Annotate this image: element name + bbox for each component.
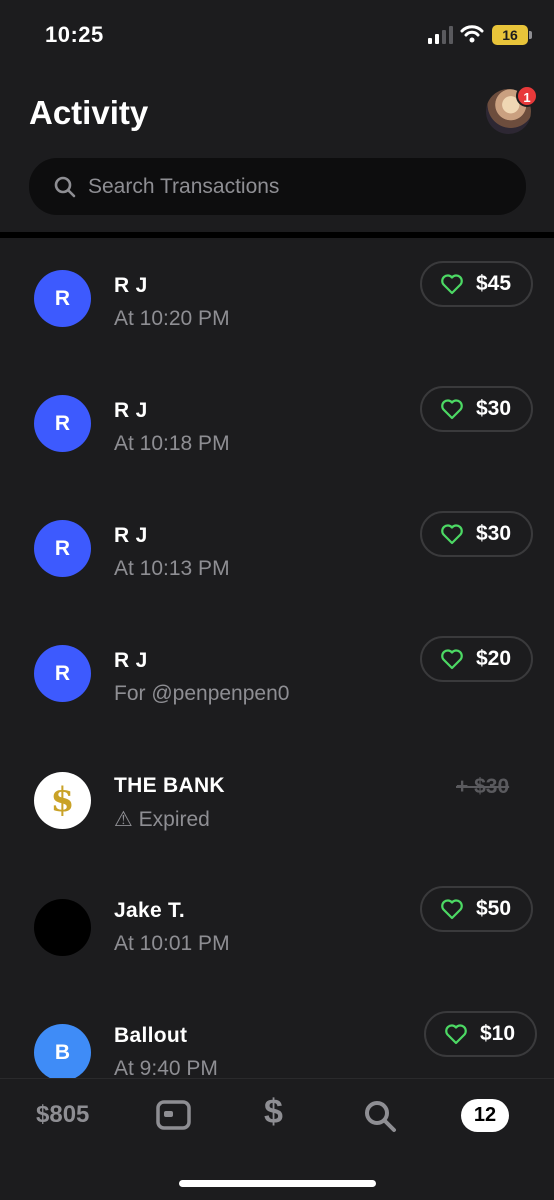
heart-icon[interactable] bbox=[440, 398, 464, 420]
search-input[interactable] bbox=[88, 158, 508, 215]
contact-avatar: B bbox=[34, 1024, 91, 1078]
battery-nub bbox=[529, 31, 532, 39]
amount-value: $20 bbox=[476, 647, 512, 670]
battery-icon: 16 bbox=[492, 25, 528, 45]
heart-icon[interactable] bbox=[440, 523, 464, 545]
transaction-list: R R J At 10:20 PM $45 R R J At 10:18 PM … bbox=[0, 238, 554, 1078]
transaction-time: At 9:40 PM bbox=[114, 1057, 218, 1078]
amount-pill[interactable]: $50 bbox=[420, 886, 534, 932]
expired-amount: + $30 bbox=[456, 775, 510, 798]
transaction-note: For @penpenpen0 bbox=[114, 682, 290, 705]
contact-avatar: R bbox=[34, 270, 91, 327]
amount-value: $30 bbox=[476, 522, 512, 545]
header: 10:25 16 Activity 1 bbox=[0, 0, 554, 232]
contact-name: R J bbox=[114, 649, 148, 672]
contact-avatar: R bbox=[34, 395, 91, 452]
bank-dollar-avatar: $ bbox=[34, 772, 91, 829]
transaction-row[interactable]: R R J At 10:13 PM $30 bbox=[0, 488, 554, 613]
search-icon bbox=[54, 176, 76, 198]
tab-balance[interactable]: $805 bbox=[36, 1101, 89, 1129]
transaction-time: At 10:13 PM bbox=[114, 557, 230, 580]
tab-pay[interactable]: $ bbox=[264, 1093, 283, 1132]
contact-name: R J bbox=[114, 274, 148, 297]
wifi-icon bbox=[460, 25, 484, 43]
contact-name: Jake T. bbox=[114, 899, 185, 922]
transaction-time: At 10:01 PM bbox=[114, 932, 230, 955]
tab-activity-badge[interactable]: 12 bbox=[461, 1099, 509, 1132]
amount-pill[interactable]: $10 bbox=[424, 1011, 538, 1057]
amount-value: $50 bbox=[476, 897, 512, 920]
cellular-signal-icon bbox=[428, 26, 453, 44]
heart-icon[interactable] bbox=[444, 1023, 468, 1045]
contact-name: Ballout bbox=[114, 1024, 188, 1047]
transaction-row[interactable]: Jake T. At 10:01 PM $50 bbox=[0, 863, 554, 988]
amount-value: $45 bbox=[476, 272, 512, 295]
amount-value: $10 bbox=[480, 1022, 516, 1045]
expired-status: ⚠ Expired bbox=[114, 808, 210, 831]
notification-badge: 1 bbox=[516, 85, 538, 107]
page-title: Activity bbox=[29, 94, 149, 131]
contact-avatar: R bbox=[34, 645, 91, 702]
search-bar[interactable] bbox=[29, 158, 526, 215]
transaction-row[interactable]: R R J At 10:18 PM $30 bbox=[0, 363, 554, 488]
contact-avatar bbox=[34, 899, 91, 956]
amount-value: $30 bbox=[476, 397, 512, 420]
profile-button[interactable]: 1 bbox=[486, 85, 538, 137]
tab-search-icon[interactable] bbox=[363, 1099, 397, 1133]
amount-pill[interactable]: $30 bbox=[420, 511, 534, 557]
heart-icon[interactable] bbox=[440, 273, 464, 295]
heart-icon[interactable] bbox=[440, 648, 464, 670]
card-icon[interactable] bbox=[156, 1099, 191, 1131]
transaction-time: At 10:18 PM bbox=[114, 432, 230, 455]
status-time: 10:25 bbox=[45, 22, 104, 47]
amount-pill[interactable]: $20 bbox=[420, 636, 534, 682]
contact-name: THE BANK bbox=[114, 774, 225, 797]
contact-name: R J bbox=[114, 524, 148, 547]
transaction-row[interactable]: B Ballout At 9:40 PM $10 bbox=[0, 988, 554, 1078]
transaction-time: At 10:20 PM bbox=[114, 307, 230, 330]
amount-pill[interactable]: $45 bbox=[420, 261, 534, 307]
contact-name: R J bbox=[114, 399, 148, 422]
status-bar: 10:25 16 bbox=[0, 0, 554, 70]
transaction-row[interactable]: R R J For @penpenpen0 $20 bbox=[0, 613, 554, 738]
heart-icon[interactable] bbox=[440, 898, 464, 920]
contact-avatar: R bbox=[34, 520, 91, 577]
amount-pill[interactable]: $30 bbox=[420, 386, 534, 432]
transaction-row[interactable]: R R J At 10:20 PM $45 bbox=[0, 238, 554, 363]
transaction-row[interactable]: $ THE BANK ⚠ Expired + $30 bbox=[0, 738, 554, 863]
home-indicator[interactable] bbox=[179, 1180, 376, 1187]
